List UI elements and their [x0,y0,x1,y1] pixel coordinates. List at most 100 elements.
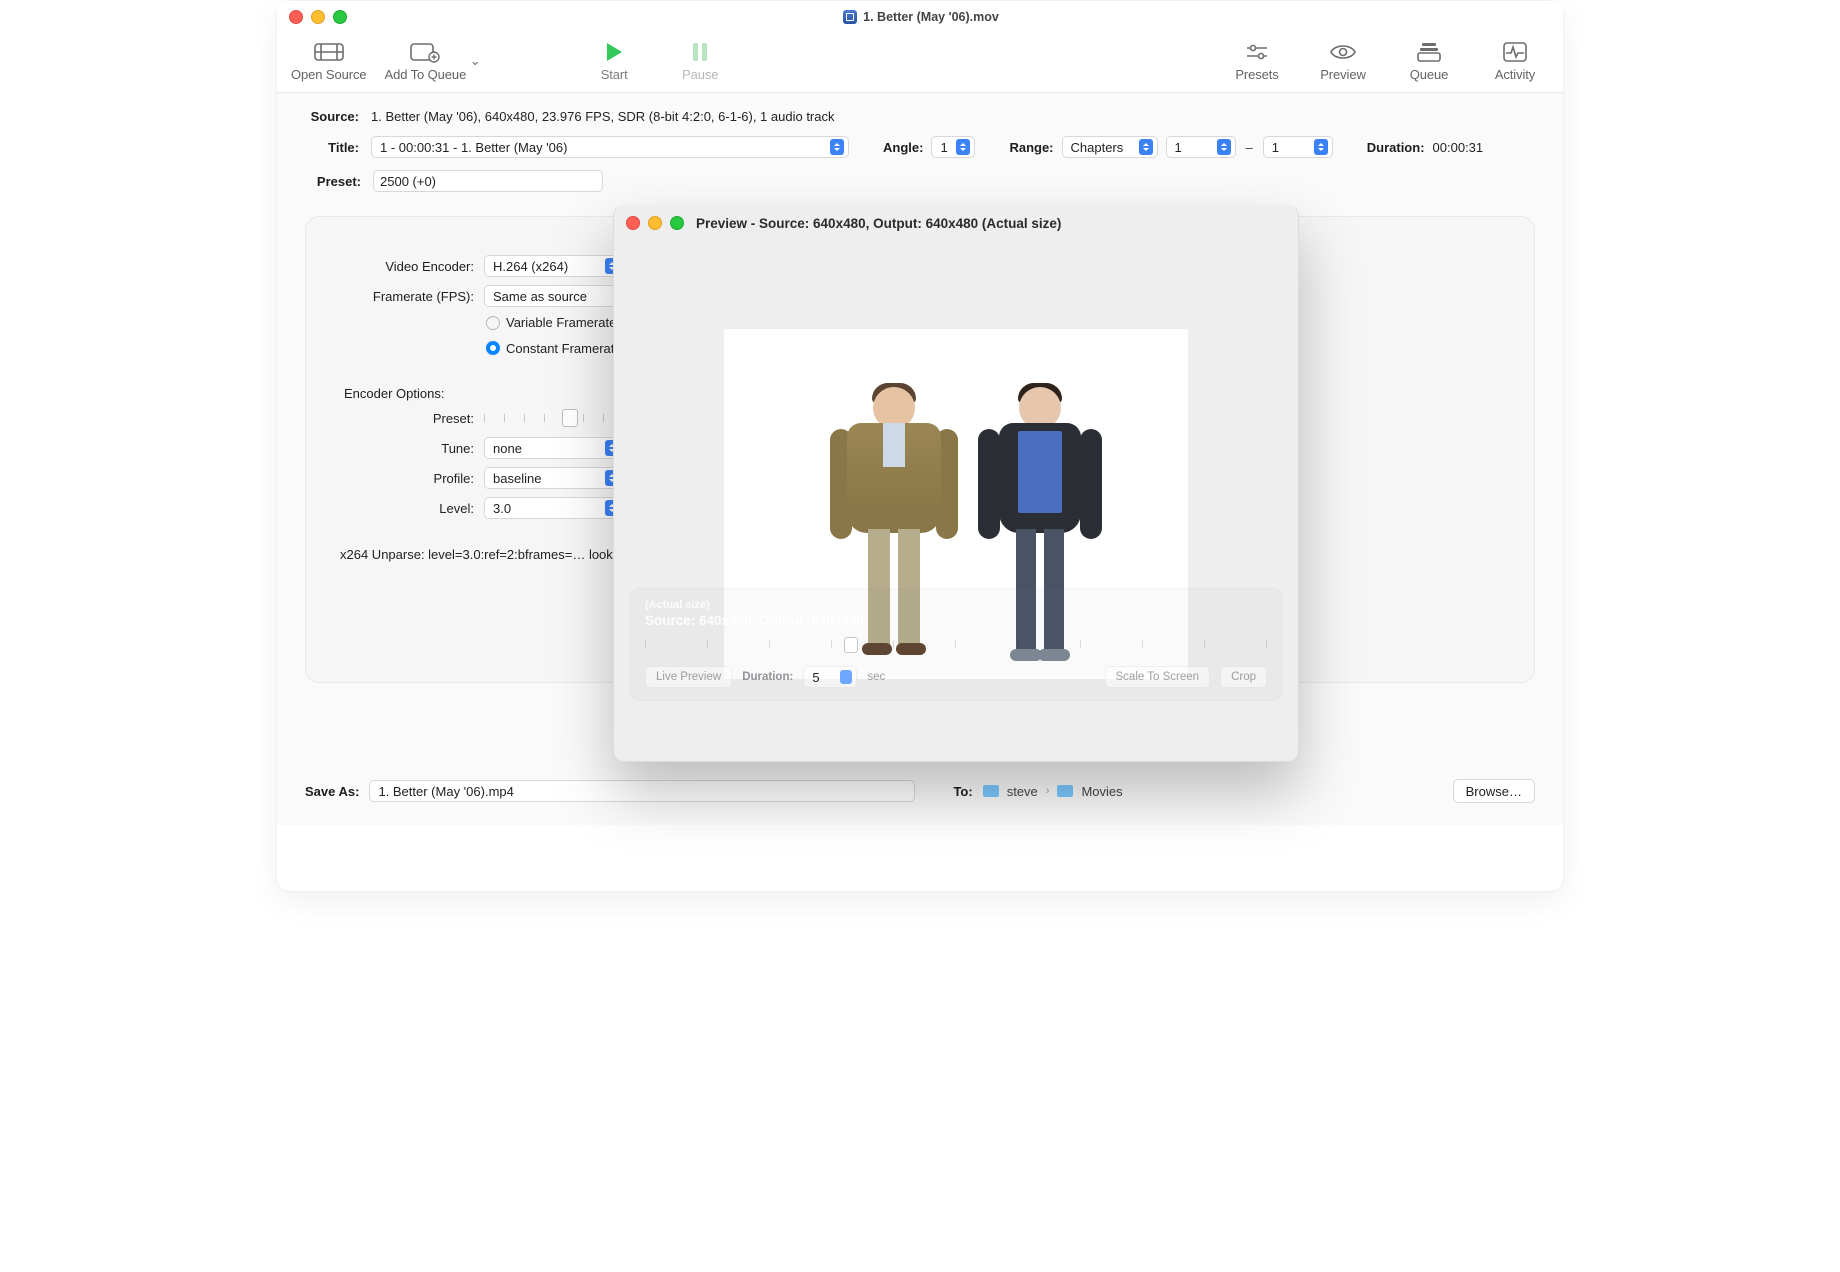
chevron-right-icon: › [1046,785,1050,797]
queue-button[interactable]: Queue [1395,39,1463,82]
start-label: Start [601,67,628,82]
vfr-radio[interactable]: Variable Framerate [486,315,616,330]
preset-field[interactable]: 2500 (+0) [373,170,603,192]
preview-window: Preview - Source: 640x480, Output: 640x4… [613,205,1299,762]
title-popup[interactable]: 1 - 00:00:31 - 1. Better (May '06) [371,136,849,158]
level-label: Level: [340,501,474,516]
level-popup[interactable]: 3.0 [484,497,624,519]
fps-value: Same as source [493,289,587,304]
live-preview-button[interactable]: Live Preview [645,666,732,688]
hud-size: Source: 640x480, Output: 640x480 [645,613,1267,628]
document-icon [843,10,857,24]
tune-label: Tune: [340,441,474,456]
range-label: Range: [1009,140,1053,155]
breadcrumb-part: Movies [1081,784,1122,799]
vfr-label: Variable Framerate [506,315,616,330]
to-label: To: [953,784,972,799]
slider-thumb-icon[interactable] [844,637,858,653]
title-value: 1 - 00:00:31 - 1. Better (May '06) [380,140,567,155]
cfr-radio[interactable]: Constant Framerate [486,341,622,356]
stepper-icon [840,670,852,684]
range-from-popup[interactable]: 1 [1166,136,1236,158]
save-as-value: 1. Better (May '06).mp4 [378,784,513,799]
stepper-icon [830,139,844,155]
presets-button[interactable]: Presets [1223,39,1291,82]
queue-label: Queue [1410,67,1449,82]
cfr-label: Constant Framerate [506,341,622,356]
level-value: 3.0 [493,501,511,516]
angle-value: 1 [940,140,947,155]
scale-to-screen-button[interactable]: Scale To Screen [1105,666,1211,688]
profile-popup[interactable]: baseline [484,467,624,489]
slider-thumb-icon[interactable] [562,409,578,427]
save-as-field[interactable]: 1. Better (May '06).mp4 [369,780,915,802]
tune-value: none [493,441,522,456]
stepper-icon [956,139,970,155]
live-preview-label: Live Preview [656,671,721,683]
range-from-value: 1 [1175,140,1182,155]
start-button[interactable]: Start [580,39,648,82]
close-icon[interactable] [626,216,640,230]
preview-window-title: Preview - Source: 640x480, Output: 640x4… [696,216,1286,231]
hud-duration-label: Duration: [742,671,793,683]
zoom-icon[interactable] [333,10,347,24]
destination-breadcrumb[interactable]: steve › Movies [983,784,1123,799]
crop-button[interactable]: Crop [1220,666,1267,688]
folder-icon [983,785,999,797]
preview-button[interactable]: Preview [1309,39,1377,82]
crop-label: Crop [1231,671,1256,683]
stepper-icon [1314,139,1328,155]
browse-button[interactable]: Browse… [1453,779,1535,803]
queue-dropdown-icon[interactable]: ⌄ [466,53,484,69]
range-to-value: 1 [1272,140,1279,155]
minimize-icon[interactable] [648,216,662,230]
zoom-icon[interactable] [670,216,684,230]
minimize-icon[interactable] [311,10,325,24]
window-titlebar: 1. Better (May '06).mov [277,1,1563,33]
preview-traffic-lights[interactable] [626,216,684,230]
profile-value: baseline [493,471,541,486]
main-toolbar: Open Source Add To Queue ⌄ Start Pause P… [277,33,1563,93]
video-encoder-popup[interactable]: H.264 (x264) [484,255,624,277]
activity-label: Activity [1495,67,1535,82]
hud-duration-value: 5 [812,670,819,685]
presets-label: Presets [1235,67,1278,82]
preview-titlebar: Preview - Source: 640x480, Output: 640x4… [614,205,1298,241]
duration-label: Duration: [1367,140,1425,155]
stepper-icon [1217,139,1231,155]
close-icon[interactable] [289,10,303,24]
duration-value: 00:00:31 [1433,140,1484,155]
range-mode-popup[interactable]: Chapters [1062,136,1158,158]
range-mode-value: Chapters [1071,140,1124,155]
bottom-bar: Save As: 1. Better (May '06).mp4 To: ste… [277,765,1563,825]
preview-hud: (Actual size) Source: 640x480, Output: 6… [630,588,1282,701]
pause-button: Pause [666,39,734,82]
browse-label: Browse… [1466,784,1522,799]
fps-label: Framerate (FPS): [340,289,474,304]
stepper-icon [1139,139,1153,155]
open-source-button[interactable]: Open Source [291,39,367,82]
open-source-label: Open Source [291,67,367,82]
preview-label: Preview [1320,67,1366,82]
breadcrumb-part: steve [1007,784,1038,799]
hud-duration-popup[interactable]: 5 [803,666,857,688]
pause-label: Pause [682,67,718,82]
source-label: Source: [305,109,359,124]
folder-icon [1057,785,1073,797]
tune-popup[interactable]: none [484,437,624,459]
source-value: 1. Better (May '06), 640x480, 23.976 FPS… [371,109,835,124]
profile-label: Profile: [340,471,474,486]
window-traffic-lights[interactable] [289,10,347,24]
preset-value: 2500 (+0) [380,174,436,189]
range-to-popup[interactable]: 1 [1263,136,1333,158]
window-title: 1. Better (May '06).mov [863,10,999,24]
x264-preset-label: Preset: [340,411,474,426]
angle-label: Angle: [883,140,923,155]
preview-position-slider[interactable] [645,640,1267,656]
activity-button[interactable]: Activity [1481,39,1549,82]
angle-popup[interactable]: 1 [931,136,975,158]
range-separator: – [1244,140,1255,155]
title-label: Title: [305,140,359,155]
save-as-label: Save As: [305,784,359,799]
add-to-queue-button[interactable]: Add To Queue ⌄ [385,39,485,82]
